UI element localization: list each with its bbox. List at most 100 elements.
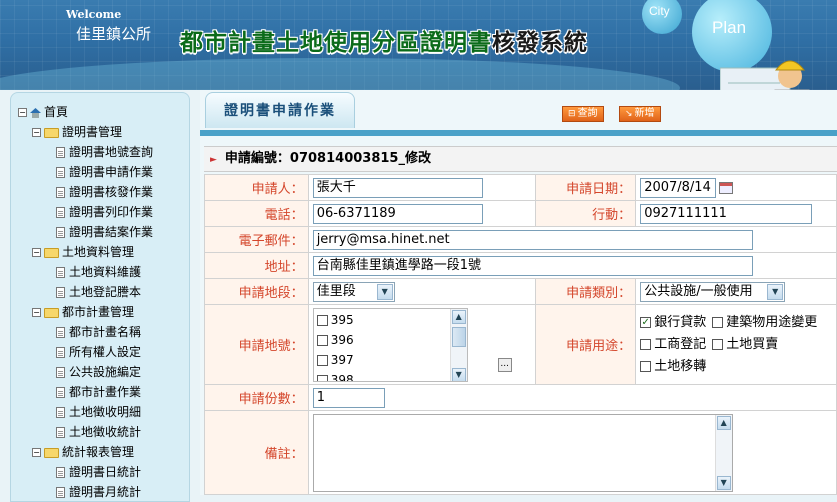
- sidebar-item-label: 土地徵收統計: [69, 425, 142, 439]
- sidebar-item-issuance[interactable]: 證明書核發作業: [56, 183, 153, 201]
- phone-input[interactable]: 06-6371189: [312, 203, 483, 224]
- remarks-scrollbar[interactable]: ▲ ▼: [714, 414, 732, 491]
- sidebar-item-plan-operation[interactable]: 都市計畫作業: [56, 383, 141, 401]
- calendar-icon[interactable]: [719, 181, 734, 194]
- category-select[interactable]: 公共設施/一般使用 ▼: [640, 281, 786, 302]
- purpose-option[interactable]: 土地買賣: [712, 337, 778, 352]
- sidebar-item-label: 土地資料維護: [69, 265, 142, 279]
- tab-application[interactable]: 證明書申請作業: [205, 92, 355, 128]
- sidebar-item-urban-plan-management[interactable]: − 都市計畫管理: [32, 303, 134, 321]
- sidebar-item-plan-name[interactable]: 都市計畫名稱: [56, 323, 141, 341]
- document-icon: [56, 467, 65, 478]
- sidebar-item-expropriation-stats[interactable]: 土地徵收統計: [56, 423, 141, 441]
- checkbox-icon[interactable]: [712, 338, 724, 350]
- sidebar-item-label: 都市計畫管理: [62, 305, 135, 319]
- purpose-options: ✓ 銀行貸款 建築物用途變更 工商登記 土地買賣 土地移轉: [640, 312, 832, 378]
- sidebar-item-report-management[interactable]: − 統計報表管理: [32, 443, 134, 461]
- query-button-label: 查詢: [577, 108, 598, 119]
- sidebar-item-expropriation-detail[interactable]: 土地徵收明細: [56, 403, 141, 421]
- sidebar-item-label: 土地徵收明細: [69, 405, 142, 419]
- sidebar-item-daily-stats[interactable]: 證明書日統計: [56, 463, 141, 481]
- applicant-input[interactable]: 張大千: [312, 177, 483, 198]
- sidebar-item-owner-settings[interactable]: 所有權人設定: [56, 343, 141, 361]
- sidebar-item-label: 證明書月統計: [69, 485, 142, 499]
- query-button[interactable]: ⊟ 查詢: [562, 106, 604, 122]
- sidebar-item-label: 證明書列印作業: [69, 205, 154, 219]
- lot-browse-button[interactable]: ...: [497, 357, 512, 372]
- apply-date-label: 申請日期：: [535, 174, 637, 201]
- sidebar-item-home[interactable]: − 首頁: [18, 103, 68, 121]
- sidebar-item-label: 統計報表管理: [62, 445, 135, 459]
- lot-option[interactable]: 395: [316, 311, 354, 329]
- collapse-toggle-icon[interactable]: −: [18, 108, 27, 117]
- sidebar-item-label: 公共設施編定: [69, 365, 142, 379]
- document-icon: [56, 407, 65, 418]
- collapse-toggle-icon[interactable]: −: [32, 128, 41, 137]
- scroll-down-icon[interactable]: ▼: [451, 367, 466, 381]
- lot-option[interactable]: 398: [316, 371, 354, 381]
- email-input[interactable]: jerry@msa.hinet.net: [312, 229, 753, 250]
- main-panel: 證明書申請作業 ⊟ 查詢 ↘ 新增 ► 申請編號：070814003815_修改 申請…: [200, 90, 837, 495]
- section-label: 申請地段：: [204, 278, 309, 305]
- sidebar-item-label: 證明書核發作業: [69, 185, 154, 199]
- purpose-option[interactable]: 土地移轉: [640, 359, 706, 374]
- purpose-option-label: 土地買賣: [726, 336, 779, 352]
- scroll-down-icon[interactable]: ▼: [716, 475, 731, 490]
- email-label: 電子郵件：: [204, 226, 309, 253]
- system-title: 都市計畫土地使用分區證明書核發系統: [180, 23, 588, 57]
- apply-date-input[interactable]: 2007/8/14: [640, 177, 717, 198]
- chevron-down-icon[interactable]: ▼: [376, 283, 393, 300]
- sidebar-item-close-case[interactable]: 證明書結案作業: [56, 223, 153, 241]
- add-button[interactable]: ↘ 新增: [619, 106, 661, 122]
- tab-underline: [200, 130, 837, 136]
- folder-icon: [44, 247, 59, 258]
- add-icon: ↘: [625, 109, 633, 119]
- checkbox-icon[interactable]: [316, 314, 328, 326]
- lot-option-label: 395: [330, 312, 354, 327]
- lot-option[interactable]: 397: [316, 351, 354, 369]
- sidebar-item-land-maintenance[interactable]: 土地資料維護: [56, 263, 141, 281]
- address-input[interactable]: 台南縣佳里鎮進學路一段1號: [312, 255, 753, 276]
- lot-label: 申請地號：: [204, 304, 309, 385]
- mobile-input[interactable]: 0927111111: [640, 203, 813, 224]
- purpose-option[interactable]: ✓ 銀行貸款: [640, 315, 706, 330]
- copies-input[interactable]: 1: [312, 387, 385, 408]
- checkbox-icon[interactable]: [640, 338, 652, 350]
- collapse-toggle-icon[interactable]: −: [32, 248, 41, 257]
- sidebar-item-label: 證明書管理: [62, 125, 123, 139]
- scroll-up-icon[interactable]: ▲: [451, 309, 466, 324]
- lot-listbox[interactable]: 395 396 397 398 ▲ ▼: [312, 307, 468, 382]
- checkbox-icon[interactable]: [316, 374, 328, 381]
- scroll-thumb[interactable]: [451, 326, 466, 347]
- collapse-toggle-icon[interactable]: −: [32, 448, 41, 457]
- sidebar-item-public-facility[interactable]: 公共設施編定: [56, 363, 141, 381]
- chevron-down-icon[interactable]: ▼: [767, 283, 784, 300]
- sidebar-item-land-data-management[interactable]: − 土地資料管理: [32, 243, 134, 261]
- document-icon: [56, 167, 65, 178]
- checkbox-checked-icon[interactable]: ✓: [640, 316, 652, 328]
- collapse-toggle-icon[interactable]: −: [32, 308, 41, 317]
- purpose-option-label: 建築物用途變更: [726, 314, 818, 330]
- sidebar-item-application[interactable]: 證明書申請作業: [56, 163, 153, 181]
- purpose-option[interactable]: 工商登記: [640, 337, 706, 352]
- folder-icon: [44, 307, 59, 318]
- lot-scrollbar[interactable]: ▲ ▼: [449, 308, 467, 381]
- checkbox-icon[interactable]: [316, 354, 328, 366]
- scroll-up-icon[interactable]: ▲: [716, 415, 731, 430]
- system-title-tail: 核發系統: [492, 30, 588, 56]
- purpose-option[interactable]: 建築物用途變更: [712, 315, 817, 330]
- sidebar-item-lot-query[interactable]: 證明書地號查詢: [56, 143, 153, 161]
- checkbox-icon[interactable]: [316, 334, 328, 346]
- sidebar-item-land-registry[interactable]: 土地登記謄本: [56, 283, 141, 301]
- checkbox-icon[interactable]: [712, 316, 724, 328]
- lot-option[interactable]: 396: [316, 331, 354, 349]
- sidebar-item-print[interactable]: 證明書列印作業: [56, 203, 153, 221]
- checkbox-icon[interactable]: [640, 360, 652, 372]
- remarks-textarea[interactable]: ▲ ▼: [312, 413, 733, 492]
- sidebar-item-label: 都市計畫作業: [69, 385, 142, 399]
- applicant-label: 申請人：: [204, 174, 309, 201]
- sidebar-item-certificate-management[interactable]: − 證明書管理: [32, 123, 122, 141]
- sidebar-item-monthly-stats[interactable]: 證明書月統計: [56, 483, 141, 501]
- section-select[interactable]: 佳里段 ▼: [312, 281, 395, 302]
- purpose-option-label: 銀行貸款: [654, 314, 707, 330]
